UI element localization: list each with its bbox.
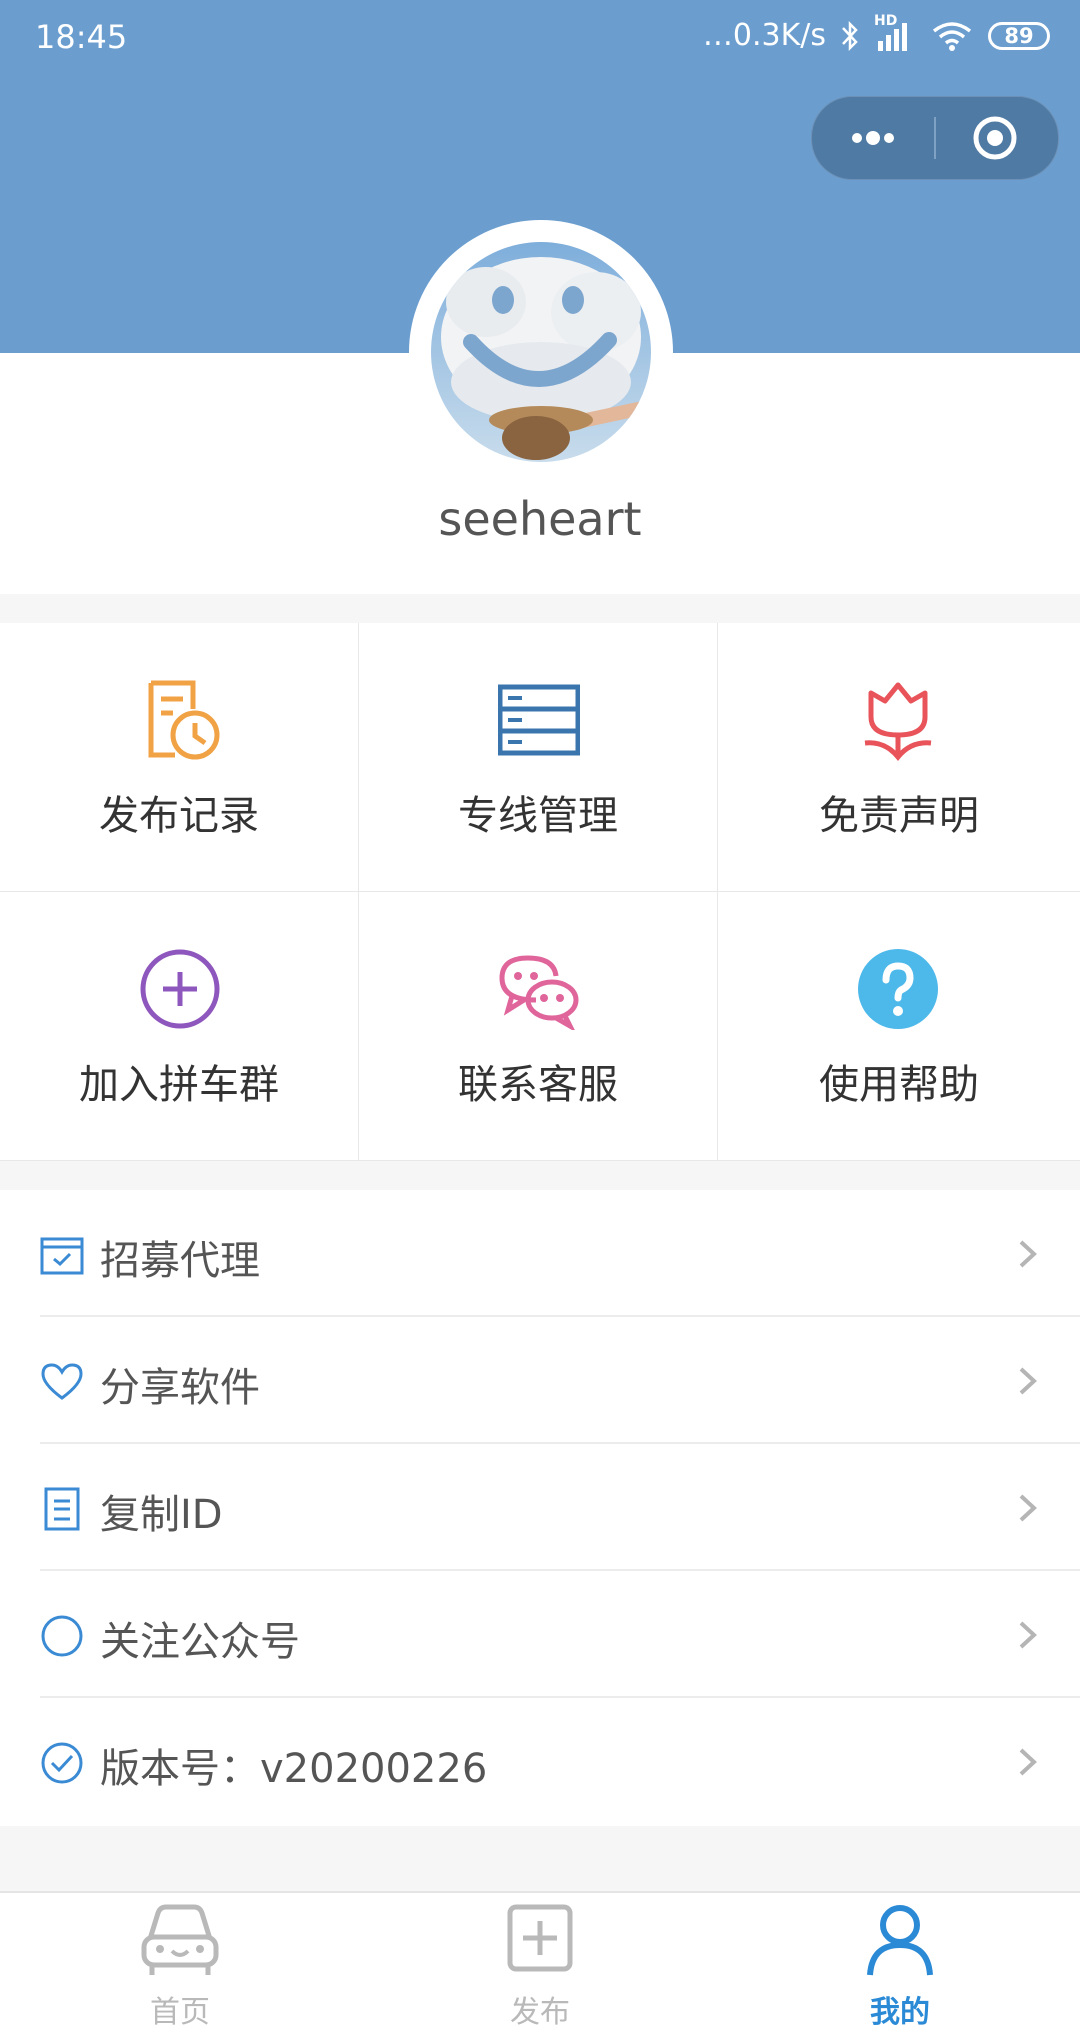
grid-item-label: 发布记录 <box>99 793 259 839</box>
tab-home[interactable]: 首页 <box>90 1893 270 2032</box>
chat-bubbles-icon <box>499 955 579 1030</box>
chevron-right-icon <box>1019 1494 1037 1522</box>
target-close-icon[interactable] <box>965 115 1025 161</box>
calendar-check-icon <box>40 1237 84 1275</box>
circle-icon <box>41 1615 83 1657</box>
plus-circle-icon <box>140 949 220 1029</box>
chevron-right-icon <box>1019 1621 1037 1649</box>
menu-item-label: 版本号：v20200226 <box>100 1746 488 1792</box>
battery-indicator: 89 <box>988 21 1050 50</box>
tab-label: 首页 <box>150 1995 210 2030</box>
more-dots-icon[interactable] <box>843 115 903 161</box>
menu-item-follow-account[interactable]: 关注公众号 <box>0 1571 1080 1698</box>
menu-list: 招募代理 分享软件 复制ID 关注公众号 版本号：v20200226 <box>0 1190 1080 1826</box>
grid-item-label: 联系客服 <box>458 1062 618 1108</box>
grid-item-label: 专线管理 <box>458 793 618 839</box>
grid-item-help[interactable]: 使用帮助 <box>718 892 1080 1161</box>
menu-item-copy-id[interactable]: 复制ID <box>0 1444 1080 1571</box>
signal-icon: HD <box>874 13 916 53</box>
status-right: …0.3K/s HD 89 <box>702 13 1050 53</box>
grid-item-disclaimer[interactable]: 免责声明 <box>718 623 1080 892</box>
menu-item-label: 关注公众号 <box>100 1619 300 1665</box>
tab-publish[interactable]: 发布 <box>450 1893 630 2032</box>
question-circle-icon <box>858 949 938 1029</box>
bottom-tab-bar: 首页 发布 我的 <box>0 1891 1080 2032</box>
chevron-right-icon <box>1019 1748 1037 1776</box>
user-icon <box>867 1905 933 1976</box>
miniprogram-capsule <box>811 96 1059 180</box>
grid-item-customer-service[interactable]: 联系客服 <box>359 892 718 1161</box>
avatar[interactable] <box>431 242 651 462</box>
heart-icon <box>41 1363 83 1400</box>
bluetooth-icon <box>842 20 858 51</box>
add-square-icon <box>507 1904 573 1972</box>
menu-item-share-app[interactable]: 分享软件 <box>0 1317 1080 1444</box>
menu-item-recruit-agent[interactable]: 招募代理 <box>0 1190 1080 1317</box>
capsule-divider <box>934 117 936 159</box>
grid-item-route-management[interactable]: 专线管理 <box>359 623 718 892</box>
document-clock-icon <box>148 680 220 760</box>
menu-item-label: 分享软件 <box>100 1365 260 1411</box>
wifi-icon <box>932 21 972 51</box>
grid-item-label: 使用帮助 <box>819 1062 979 1108</box>
grid-item-label: 免责声明 <box>819 793 979 839</box>
tab-label: 发布 <box>510 1995 570 2030</box>
chevron-right-icon <box>1019 1367 1037 1395</box>
clipboard-icon <box>44 1487 80 1531</box>
tab-label: 我的 <box>870 1995 930 2030</box>
status-time: 18:45 <box>35 18 128 56</box>
username: seeheart <box>438 492 642 546</box>
menu-item-version[interactable]: 版本号：v20200226 <box>0 1698 1080 1825</box>
feature-grid: 发布记录 专线管理 免责声明 加入拼车群 联系客服 使用帮助 <box>0 623 1080 1161</box>
menu-item-label: 招募代理 <box>100 1238 260 1284</box>
grid-item-label: 加入拼车群 <box>79 1062 279 1108</box>
tulip-icon <box>864 682 932 761</box>
menu-item-label: 复制ID <box>100 1492 223 1538</box>
grid-item-publish-records[interactable]: 发布记录 <box>0 623 359 892</box>
status-bar: 18:45 …0.3K/s HD 89 <box>0 0 1080 76</box>
network-speed: …0.3K/s <box>702 18 826 53</box>
car-icon <box>141 1904 219 1975</box>
chevron-right-icon <box>1019 1240 1037 1268</box>
grid-item-join-group[interactable]: 加入拼车群 <box>0 892 359 1161</box>
check-circle-icon <box>41 1742 83 1784</box>
tab-mine[interactable]: 我的 <box>810 1893 990 2032</box>
server-list-icon <box>498 684 580 756</box>
